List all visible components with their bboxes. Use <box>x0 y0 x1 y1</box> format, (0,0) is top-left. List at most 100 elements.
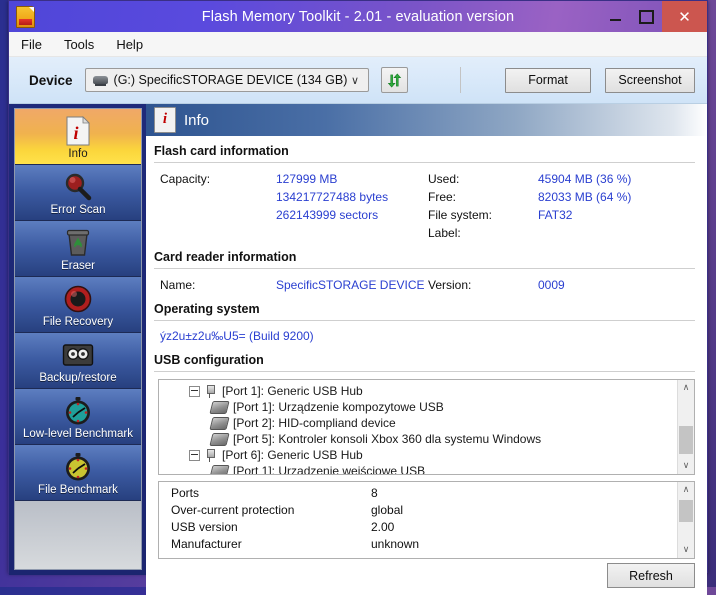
sidebar-item-label: Eraser <box>61 260 95 272</box>
toolbar-separator <box>460 67 461 93</box>
usb-property-value: 8 <box>371 486 378 500</box>
usb-tree-label: [Port 1]: Generic USB Hub <box>222 384 363 398</box>
sidebar-item-label: Low-level Benchmark <box>23 428 133 440</box>
usb-tree-scrollbar[interactable]: ∧ ∨ <box>677 380 694 474</box>
usb-tree-row[interactable]: [Port 1]: Generic USB Hub <box>159 383 677 399</box>
capacity-bytes: 134217727488 bytes <box>276 190 389 204</box>
usb-tree-label: [Port 2]: HID-compliand device <box>233 416 396 430</box>
device-label: Device <box>29 72 73 88</box>
usb-tree-row[interactable]: [Port 6]: Generic USB Hub <box>159 447 677 463</box>
card-reader-info: Name: SpecificSTORAGE DEVICE Version: 00… <box>146 276 707 294</box>
scrollbar-thumb[interactable] <box>679 500 693 522</box>
info-glyph: i <box>162 111 168 127</box>
info-document-icon: i <box>154 107 176 133</box>
usb-device-icon <box>209 432 230 446</box>
usb-property-row[interactable]: Ports 8 <box>159 485 677 502</box>
sidebar-item-file-benchmark[interactable]: File Benchmark <box>15 445 141 501</box>
sidebar-item-error-scan[interactable]: Error Scan <box>15 165 141 221</box>
divider <box>154 268 695 269</box>
scroll-up-icon[interactable]: ∧ <box>678 380 694 396</box>
usage-label-column: Used: Free: File system: Label: <box>428 170 538 242</box>
usb-property-row[interactable]: Over-current protection global <box>159 502 677 519</box>
scrollbar-thumb[interactable] <box>679 426 693 454</box>
stopwatch-yellow-icon <box>63 451 93 483</box>
device-select[interactable]: (G:) SpecificSTORAGE DEVICE (134 GB) ∨ <box>84 68 370 92</box>
operating-system-heading: Operating system <box>154 302 260 316</box>
usb-property-key: Over-current protection <box>171 503 295 517</box>
refresh-arrows-icon <box>387 73 402 87</box>
device-toolbar: Device (G:) SpecificSTORAGE DEVICE (134 … <box>9 57 707 104</box>
format-button[interactable]: Format <box>505 67 591 93</box>
usb-property-key: Ports <box>171 486 200 500</box>
stopwatch-teal-icon <box>63 395 93 427</box>
menu-item-file[interactable]: File <box>21 37 42 52</box>
sidebar-item-label: Error Scan <box>50 204 106 216</box>
used-label: Used: <box>428 172 460 186</box>
sidebar-item-file-recovery[interactable]: File Recovery <box>15 277 141 333</box>
usb-tree-row[interactable]: [Port 2]: HID-compliand device <box>159 415 677 431</box>
tree-collapse-icon[interactable] <box>189 385 200 397</box>
device-select-value: (G:) SpecificSTORAGE DEVICE (134 GB) <box>113 73 348 87</box>
usb-device-icon <box>209 416 230 430</box>
usb-tree-row[interactable]: [Port 5]: Kontroler konsoli Xbox 360 dla… <box>159 431 677 447</box>
reader-name-value: SpecificSTORAGE DEVICE <box>276 278 425 292</box>
sidebar-inner: i Info Error Scan Eraser File Recovery B… <box>14 108 142 570</box>
free-value: 82033 MB (64 %) <box>538 190 632 204</box>
sidebar-item-backup-restore[interactable]: Backup/restore <box>15 333 141 389</box>
magnifier-icon <box>63 171 93 203</box>
card-reader-heading: Card reader information <box>154 250 297 264</box>
scroll-up-icon[interactable]: ∧ <box>678 482 694 498</box>
title-bar: Flash Memory Toolkit - 2.01 - evaluation… <box>9 1 707 32</box>
usb-device-icon <box>209 464 230 474</box>
main-split: i Info Error Scan Eraser File Recovery B… <box>9 104 707 595</box>
usb-hub-icon <box>203 448 217 462</box>
filesystem-label: File system: <box>428 208 493 222</box>
recycle-bin-icon <box>64 227 92 259</box>
close-button[interactable]: ✕ <box>662 1 707 32</box>
usb-properties-list[interactable]: Ports 8 Over-current protection global USB v… <box>159 482 677 558</box>
label-value <box>538 224 631 242</box>
info-header: i Info <box>146 104 707 136</box>
filesystem-value: FAT32 <box>538 208 573 222</box>
usb-tree-row[interactable]: [Port 1]: Urządzenie kompozytowe USB <box>159 399 677 415</box>
capacity-value-column: 127999 MB 134217727488 bytes 262143999 s… <box>276 170 428 242</box>
usb-property-row[interactable]: USB version 2.00 <box>159 519 677 536</box>
usb-property-key: Manufacturer <box>171 537 242 551</box>
application-window: Flash Memory Toolkit - 2.01 - evaluation… <box>8 0 708 595</box>
capacity-label-column: Capacity: <box>160 170 276 242</box>
usb-tree-label: [Port 1]: Urządzenie kompozytowe USB <box>233 400 444 414</box>
usb-tree-list[interactable]: [Port 1]: Generic USB Hub [Port 1]: Urząd… <box>159 380 677 474</box>
sidebar-item-info[interactable]: i Info <box>15 109 141 165</box>
minimize-button[interactable] <box>600 1 631 32</box>
usb-tree-row[interactable]: [Port 1]: Urządzenie wejściowe USB <box>159 463 677 474</box>
tree-collapse-icon[interactable] <box>189 449 200 461</box>
flash-card-info: Capacity: 127999 MB 134217727488 bytes 2… <box>146 170 707 242</box>
label-label: Label: <box>428 226 461 240</box>
footer: Refresh <box>146 559 707 595</box>
scroll-down-icon[interactable]: ∨ <box>678 458 694 474</box>
usb-device-icon <box>209 400 230 414</box>
usb-tree-label: [Port 5]: Kontroler konsoli Xbox 360 dla… <box>233 432 542 446</box>
memory-card-icon <box>16 5 35 28</box>
screenshot-button[interactable]: Screenshot <box>605 67 695 93</box>
used-value: 45904 MB (36 %) <box>538 172 632 186</box>
reader-version-label: Version: <box>428 278 472 292</box>
usb-property-row[interactable]: Manufacturer unknown <box>159 536 677 553</box>
sidebar-item-low-level-benchmark[interactable]: Low-level Benchmark <box>15 389 141 445</box>
lifebuoy-icon <box>63 283 93 315</box>
sidebar-item-eraser[interactable]: Eraser <box>15 221 141 277</box>
sidebar-item-label: File Recovery <box>42 316 114 328</box>
usb-properties-scrollbar[interactable]: ∧ ∨ <box>677 482 694 558</box>
refresh-button[interactable]: Refresh <box>607 563 695 588</box>
menu-item-tools[interactable]: Tools <box>64 37 94 52</box>
refresh-devices-button[interactable] <box>381 67 409 93</box>
info-document-icon: i <box>65 115 91 147</box>
sidebar-filler <box>15 501 141 569</box>
maximize-button[interactable] <box>631 1 662 32</box>
capacity-mb: 127999 MB <box>276 172 338 186</box>
scroll-down-icon[interactable]: ∨ <box>678 542 694 558</box>
capacity-label: Capacity: <box>160 172 211 186</box>
cassette-tape-icon <box>62 339 94 371</box>
divider <box>154 371 695 372</box>
menu-item-help[interactable]: Help <box>116 37 143 52</box>
